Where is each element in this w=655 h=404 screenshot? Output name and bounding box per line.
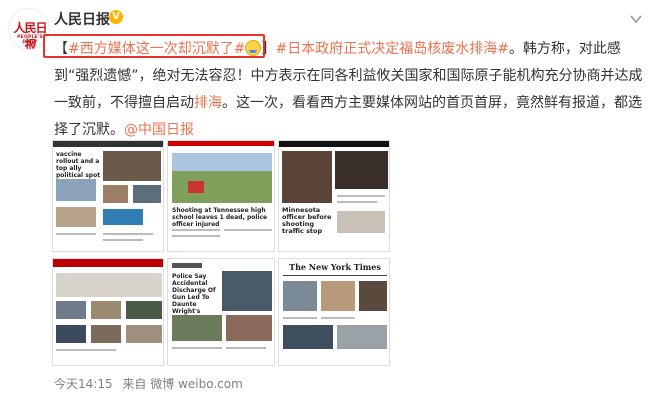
post-meta: 今天14:15 来自 微博 weibo.com	[54, 375, 243, 392]
post-content: 【#西方媒体这一次却沉默了# 】#日本政府正式决定福岛核废水排海#。韩方称，对此感…	[54, 36, 644, 144]
thumbnail-3-headline: Minnesota officer before shooting traffi…	[282, 206, 332, 235]
mention-link[interactable]: @中国日报	[124, 122, 194, 138]
avatar[interactable]: 人民日报 PEOPLE'S DAILY	[8, 8, 50, 50]
bracket-open: 【	[54, 41, 68, 57]
hashtag-link-fukushima[interactable]: #日本政府正式决定福岛核废水排海#	[275, 41, 508, 57]
thumbnail-6-masthead: The New York Times	[289, 262, 381, 272]
username-link[interactable]: 人民日报	[54, 9, 110, 29]
thumbnail-2-headline: Shooting at Tennessee high school leaves…	[172, 207, 268, 228]
thumbnail-image-6[interactable]: The New York Times	[278, 258, 390, 366]
verified-icon: V	[109, 10, 123, 24]
thumbnail-image-4[interactable]	[52, 258, 164, 366]
thumbnail-image-2[interactable]: Shooting at Tennessee high school leaves…	[167, 140, 275, 252]
thumbnail-image-5[interactable]: Police Say Accidental Discharge Of Gun L…	[167, 258, 275, 366]
thumbnail-image-3[interactable]: Minnesota officer before shooting traffi…	[278, 140, 390, 252]
avatar-logo-subtext: PEOPLE'S DAILY	[17, 35, 43, 45]
hashtag-link-western-media[interactable]: #西方媒体这一次却沉默了#	[68, 41, 245, 57]
bracket-close: 】	[261, 41, 276, 57]
thumbnail-image-1[interactable]: vaccine rollout and a top ally political…	[52, 140, 164, 252]
thumbnail-1-headline: vaccine rollout and a top ally political…	[56, 151, 101, 179]
chevron-down-icon[interactable]	[629, 12, 643, 26]
post-timestamp[interactable]: 今天14:15	[54, 377, 113, 391]
emoji-icon	[245, 40, 262, 56]
post-source: 来自 微博 weibo.com	[122, 377, 243, 391]
inline-link-discharge[interactable]: 排海	[194, 95, 222, 111]
